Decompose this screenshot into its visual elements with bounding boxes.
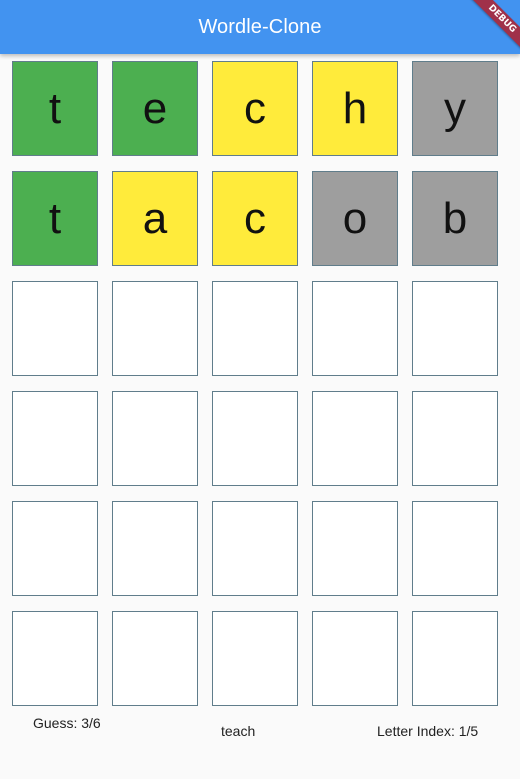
tile-r6-c1	[12, 611, 98, 706]
tile-r1-c3: c	[212, 61, 298, 156]
tile-r1-c5: y	[412, 61, 498, 156]
tile-r3-c5	[412, 281, 498, 376]
tile-r1-c2: e	[112, 61, 198, 156]
tile-r3-c4	[312, 281, 398, 376]
app-title: Wordle-Clone	[198, 15, 322, 38]
tile-r3-c2	[112, 281, 198, 376]
tile-r2-c2: a	[112, 171, 198, 266]
guess-counter: Guess: 3/6	[33, 715, 101, 731]
debug-banner: DEBUG	[460, 0, 520, 60]
tile-r3-c3	[212, 281, 298, 376]
letter-index: Letter Index: 1/5	[377, 723, 479, 739]
tile-r4-c3	[212, 391, 298, 486]
tile-r5-c3	[212, 501, 298, 596]
tile-r2-c3: c	[212, 171, 298, 266]
tile-r1-c1: t	[12, 61, 98, 156]
tile-r4-c5	[412, 391, 498, 486]
tile-r5-c2	[112, 501, 198, 596]
tile-r3-c1	[12, 281, 98, 376]
tile-r2-c1: t	[12, 171, 98, 266]
tile-r4-c1	[12, 391, 98, 486]
tile-r1-c4: h	[312, 61, 398, 156]
tile-r6-c4	[312, 611, 398, 706]
tile-r6-c3	[212, 611, 298, 706]
tile-r6-c5	[412, 611, 498, 706]
tile-r2-c5: b	[412, 171, 498, 266]
tile-r5-c5	[412, 501, 498, 596]
app-bar: Wordle-Clone	[0, 0, 520, 54]
tile-r5-c4	[312, 501, 398, 596]
tile-r5-c1	[12, 501, 98, 596]
tile-r6-c2	[112, 611, 198, 706]
tile-r2-c4: o	[312, 171, 398, 266]
tile-r4-c4	[312, 391, 398, 486]
tile-r4-c2	[112, 391, 198, 486]
target-word: teach	[221, 723, 256, 739]
debug-banner-label: DEBUG	[468, 0, 520, 53]
